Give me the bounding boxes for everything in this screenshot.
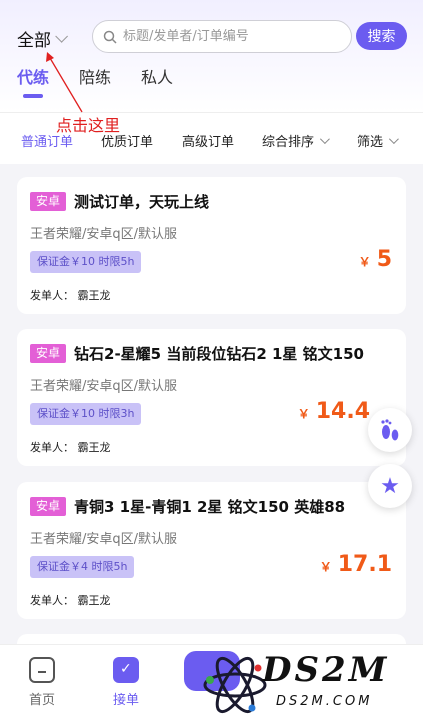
order-publisher: 发单人： 霸王龙: [30, 441, 111, 454]
nav-label: 首页: [28, 693, 55, 708]
filter-screen[interactable]: 筛选: [357, 131, 399, 150]
tab-daili[interactable]: 代练: [17, 64, 49, 98]
order-card[interactable]: 安卓 青铜3 1星-青铜1 2星 铭文150 英雄88 王者荣耀/安卓q区/默认…: [17, 482, 406, 619]
search-button[interactable]: 搜索: [356, 22, 407, 50]
currency-symbol: ￥: [358, 255, 371, 269]
watermark: DS2M DS2M.COM: [200, 648, 422, 720]
star-icon: ★: [380, 473, 400, 499]
price-amount: 14.4: [315, 399, 370, 424]
tab-peilian[interactable]: 陪练: [79, 64, 111, 98]
order-title-row: 安卓 青铜3 1星-青铜1 2星 铭文150 英雄88: [30, 496, 345, 517]
order-price: ￥ 14.4: [298, 399, 370, 424]
nav-orders[interactable]: 接单: [96, 657, 156, 708]
region-selector[interactable]: 全部: [17, 26, 68, 51]
currency-symbol: ￥: [297, 407, 310, 421]
chevron-down-icon: [319, 134, 330, 145]
filter-advanced[interactable]: 高级订单: [182, 131, 234, 150]
order-card[interactable]: 安卓 测试订单，天玩上线 王者荣耀/安卓q区/默认服 保证金￥10 时限5h 发…: [17, 177, 406, 314]
price-amount: 17.1: [337, 552, 392, 577]
order-publisher: 发单人： 霸王龙: [30, 289, 111, 302]
watermark-small: DS2M.COM: [276, 694, 373, 709]
order-game: 王者荣耀/安卓q区/默认服: [30, 379, 178, 394]
order-title: 测试订单，天玩上线: [74, 193, 210, 211]
filter-label: 综合排序: [262, 135, 315, 150]
platform-badge: 安卓: [30, 192, 67, 211]
order-title: 钻石2-星耀5 当前段位钻石2 1星 铭文150: [74, 345, 364, 363]
filter-sort[interactable]: 综合排序: [262, 131, 330, 150]
annotation-text: 点击这里: [56, 116, 121, 135]
order-publisher: 发单人： 霸王龙: [30, 594, 111, 607]
order-price: ￥ 5: [359, 247, 392, 272]
search-icon: [103, 30, 117, 44]
currency-symbol: ￥: [319, 560, 332, 574]
atom-logo-icon: [203, 656, 267, 714]
platform-badge: 安卓: [30, 344, 67, 363]
watermark-big: DS2M: [262, 650, 390, 690]
order-price: ￥ 17.1: [320, 552, 392, 577]
search-box[interactable]: [92, 20, 352, 53]
order-card[interactable]: 安卓 钻石2-星耀5 当前段位钻石2 1星 铭文150 王者荣耀/安卓q区/默认…: [17, 329, 406, 466]
deposit-tag: 保证金￥10 时限3h: [30, 403, 142, 425]
chevron-down-icon: [55, 30, 68, 43]
order-title: 青铜3 1星-青铜1 2星 铭文150 英雄88: [74, 498, 346, 516]
home-icon: [29, 657, 55, 683]
filter-label: 高级订单: [182, 135, 235, 150]
footprint-icon: [381, 419, 399, 441]
price-amount: 5: [376, 247, 392, 272]
deposit-tag: 保证金￥4 时限5h: [30, 556, 135, 578]
chevron-down-icon: [388, 134, 399, 145]
order-game: 王者荣耀/安卓q区/默认服: [30, 532, 178, 547]
platform-badge: 安卓: [30, 497, 67, 516]
order-title-row: 安卓 测试订单，天玩上线: [30, 191, 209, 212]
header: 全部 搜索 代练 陪练 私人: [0, 0, 423, 112]
order-game: 王者荣耀/安卓q区/默认服: [30, 227, 178, 242]
footprint-button[interactable]: [368, 408, 412, 452]
search-input[interactable]: [123, 29, 338, 44]
top-tabs: 代练 陪练 私人: [17, 64, 173, 98]
nav-home[interactable]: 首页: [12, 657, 72, 708]
deposit-tag: 保证金￥10 时限5h: [30, 251, 142, 273]
region-label: 全部: [17, 31, 51, 51]
nav-label: 接单: [112, 693, 139, 708]
order-icon: [113, 657, 139, 683]
tab-siren[interactable]: 私人: [141, 64, 173, 98]
order-title-row: 安卓 钻石2-星耀5 当前段位钻石2 1星 铭文150: [30, 343, 364, 364]
filter-label: 筛选: [357, 135, 384, 150]
favorite-button[interactable]: ★: [368, 464, 412, 508]
